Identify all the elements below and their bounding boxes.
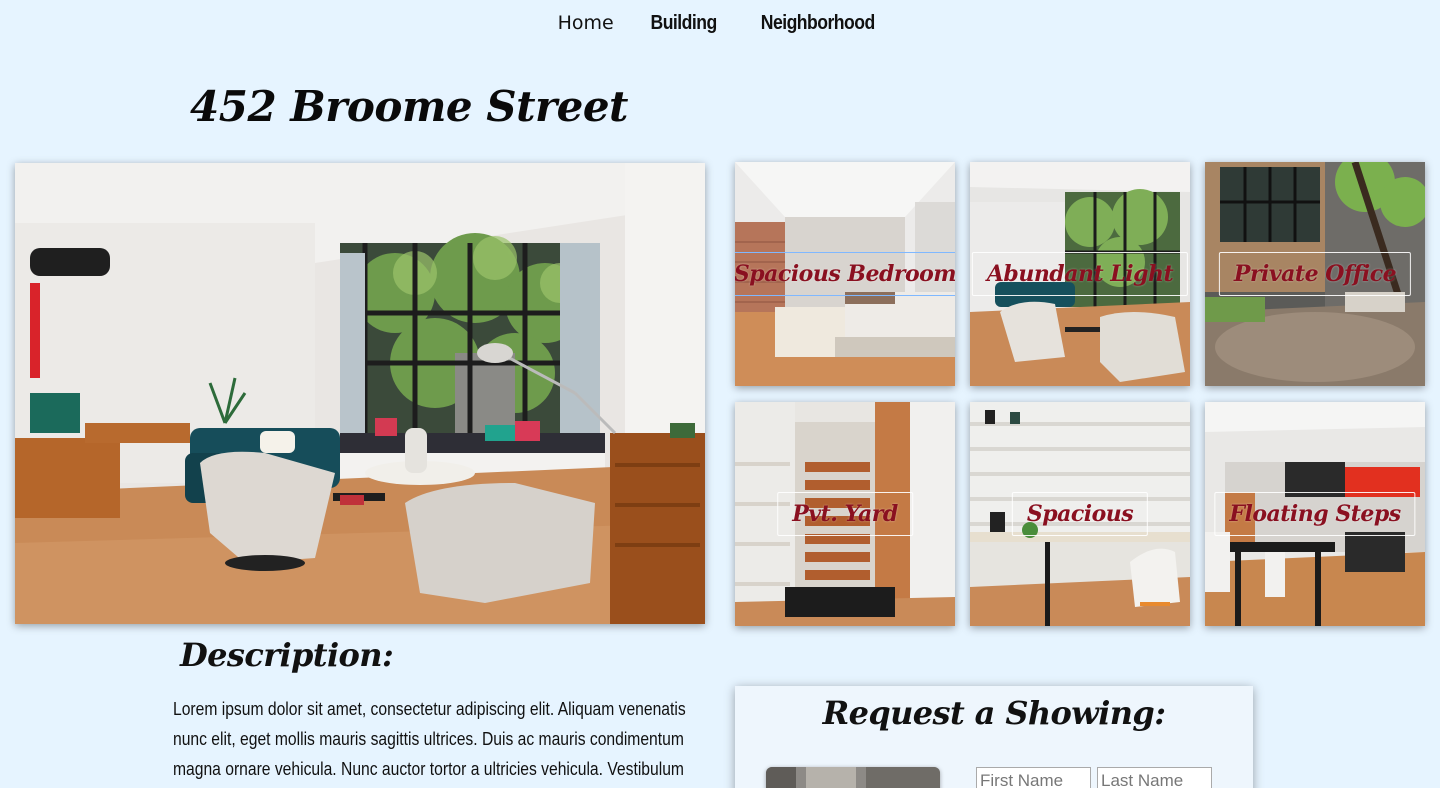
gallery-thumb-spacious[interactable]: Spacious (970, 402, 1190, 626)
top-nav: Home Building Neighborhood (0, 0, 1440, 46)
nav-neighborhood-link[interactable]: Neighborhood (761, 12, 875, 35)
thumb-label-pvt-yard: Pvt. Yard (777, 492, 913, 536)
gallery-thumb-abundant-light[interactable]: Abundant Light (970, 162, 1190, 386)
request-photo (766, 767, 940, 788)
thumb-label-private-office: Private Office (1218, 252, 1412, 296)
request-heading: Request a Showing: (822, 694, 1166, 732)
request-showing-card: Request a Showing: (735, 686, 1253, 788)
hero-living-room-image (15, 163, 705, 624)
thumb-label-bedroom: Spacious Bedroom (735, 252, 955, 296)
nav-home-link[interactable]: Home (558, 12, 614, 34)
gallery-thumb-private-office[interactable]: Private Office (1205, 162, 1425, 386)
description-text: Lorem ipsum dolor sit amet, consectetur … (173, 699, 686, 779)
last-name-field[interactable] (1097, 767, 1212, 788)
description-heading: Description: (180, 636, 394, 674)
first-name-field[interactable] (976, 767, 1091, 788)
thumb-label-abundant-light: Abundant Light (971, 252, 1189, 296)
thumb-label-spacious: Spacious (1011, 492, 1149, 536)
page-title: 452 Broome Street (190, 82, 628, 131)
thumb-label-floating-steps: Floating Steps (1214, 492, 1416, 536)
nav-building-link[interactable]: Building (650, 12, 717, 35)
gallery-thumb-pvt-yard[interactable]: Pvt. Yard (735, 402, 955, 626)
gallery-thumb-floating-steps[interactable]: Floating Steps (1205, 402, 1425, 626)
gallery-thumb-bedroom[interactable]: Spacious Bedroom (735, 162, 955, 386)
